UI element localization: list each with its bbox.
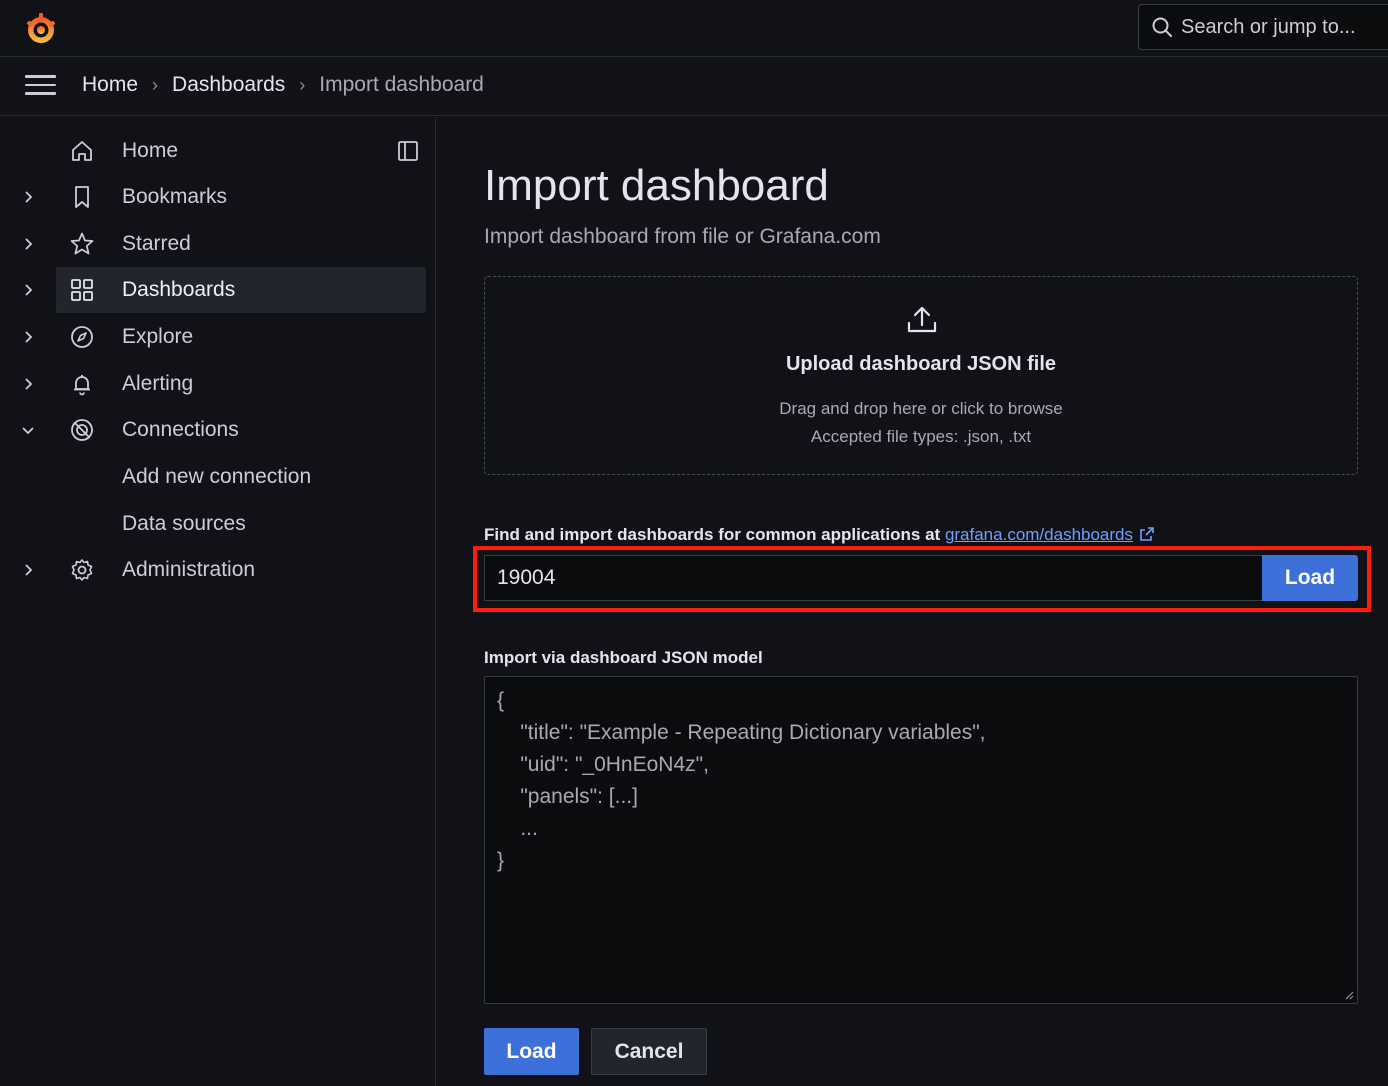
menu-icon[interactable] (25, 75, 56, 97)
sidebar-item-label: Connections (122, 418, 239, 441)
grafana-com-load-button[interactable]: Load (1262, 555, 1358, 601)
sidebar-item-label: Bookmarks (122, 185, 228, 208)
chevron-down-icon[interactable] (20, 422, 36, 438)
grafana-com-link[interactable]: grafana.com/dashboards (945, 525, 1133, 544)
main-content: Import dashboard Import dashboard from f… (437, 117, 1388, 1086)
sidebar-item-starred[interactable]: Starred (0, 221, 426, 267)
search-icon (1152, 17, 1172, 37)
sidebar-item-label: Dashboards (122, 278, 236, 301)
chevron-right-icon[interactable] (20, 329, 36, 345)
breadcrumb-home[interactable]: Home (82, 73, 138, 97)
sidebar-item-connections[interactable]: Connections (0, 407, 426, 453)
search-placeholder: Search or jump to... (1181, 15, 1356, 38)
json-model-textarea[interactable]: { "title": "Example - Repeating Dictiona… (484, 676, 1358, 1004)
sidebar-subitem-add-new-connection[interactable]: Add new connection (122, 465, 311, 489)
sidebar-item-dashboards[interactable]: Dashboards (25, 267, 426, 313)
sidebar-item-bookmarks[interactable]: Bookmarks (0, 174, 426, 220)
sidebar-item-alerting[interactable]: Alerting (0, 361, 426, 407)
sidebar-item-label: Home (122, 139, 179, 162)
breadcrumb-current: Import dashboard (319, 73, 484, 96)
chevron-right-icon[interactable] (20, 376, 36, 392)
chevron-right-icon[interactable] (20, 236, 36, 252)
chevron-right-icon[interactable] (20, 282, 36, 298)
grafana-com-label-text: Find and import dashboards for common ap… (484, 525, 941, 544)
sidebar-item-label: Alerting (122, 372, 194, 395)
bookmark-icon (75, 186, 89, 208)
sidebar-item-home[interactable]: Home (0, 128, 426, 174)
apps-icon (71, 279, 93, 301)
grafana-logo[interactable] (22, 10, 60, 48)
sidebar: Home Bookmarks Starred Dashboards Explor… (0, 117, 436, 1086)
cancel-button[interactable]: Cancel (591, 1028, 707, 1075)
sidebar-item-label: Starred (122, 232, 191, 255)
page-subtitle: Import dashboard from file or Grafana.co… (484, 225, 881, 248)
upload-file-types: Accepted file types: .json, .txt (810, 427, 1032, 446)
chevron-right-icon: › (299, 74, 306, 95)
sidebar-item-administration[interactable]: Administration (0, 547, 426, 593)
load-button[interactable]: Load (484, 1028, 579, 1075)
chevron-right-icon[interactable] (20, 562, 36, 578)
bell-icon (74, 375, 90, 396)
home-icon (72, 141, 92, 161)
chevron-right-icon: › (152, 74, 159, 95)
breadcrumb: Home › Dashboards › Import dashboard (82, 73, 484, 97)
breadcrumb-bar: Home › Dashboards › Import dashboard (0, 57, 1388, 116)
sidebar-subitem-data-sources[interactable]: Data sources (122, 512, 246, 536)
upload-hint: Drag and drop here or click to browse (779, 399, 1063, 418)
star-icon (70, 232, 94, 255)
top-bar: Search or jump to... (0, 0, 1388, 57)
sidebar-item-explore[interactable]: Explore (0, 314, 426, 360)
connections-icon (71, 419, 93, 441)
upload-dropzone[interactable]: Upload dashboard JSON file Drag and drop… (484, 276, 1358, 475)
external-link-icon[interactable] (1139, 526, 1155, 542)
resize-handle-icon[interactable] (1344, 990, 1354, 1000)
grafana-com-id-input[interactable] (484, 555, 1262, 601)
compass-icon (71, 326, 93, 348)
chevron-right-icon[interactable] (20, 189, 36, 205)
upload-title: Upload dashboard JSON file (785, 353, 1057, 375)
sidebar-item-label: Explore (122, 325, 194, 348)
search-box[interactable]: Search or jump to... (1138, 4, 1388, 50)
json-model-label: Import via dashboard JSON model (484, 648, 763, 667)
breadcrumb-dashboards[interactable]: Dashboards (172, 73, 285, 97)
page-title: Import dashboard (484, 161, 829, 210)
sidebar-item-label: Administration (122, 558, 256, 581)
upload-icon (907, 306, 937, 333)
cog-icon (71, 559, 93, 581)
grafana-com-label: Find and import dashboards for common ap… (484, 525, 1155, 545)
